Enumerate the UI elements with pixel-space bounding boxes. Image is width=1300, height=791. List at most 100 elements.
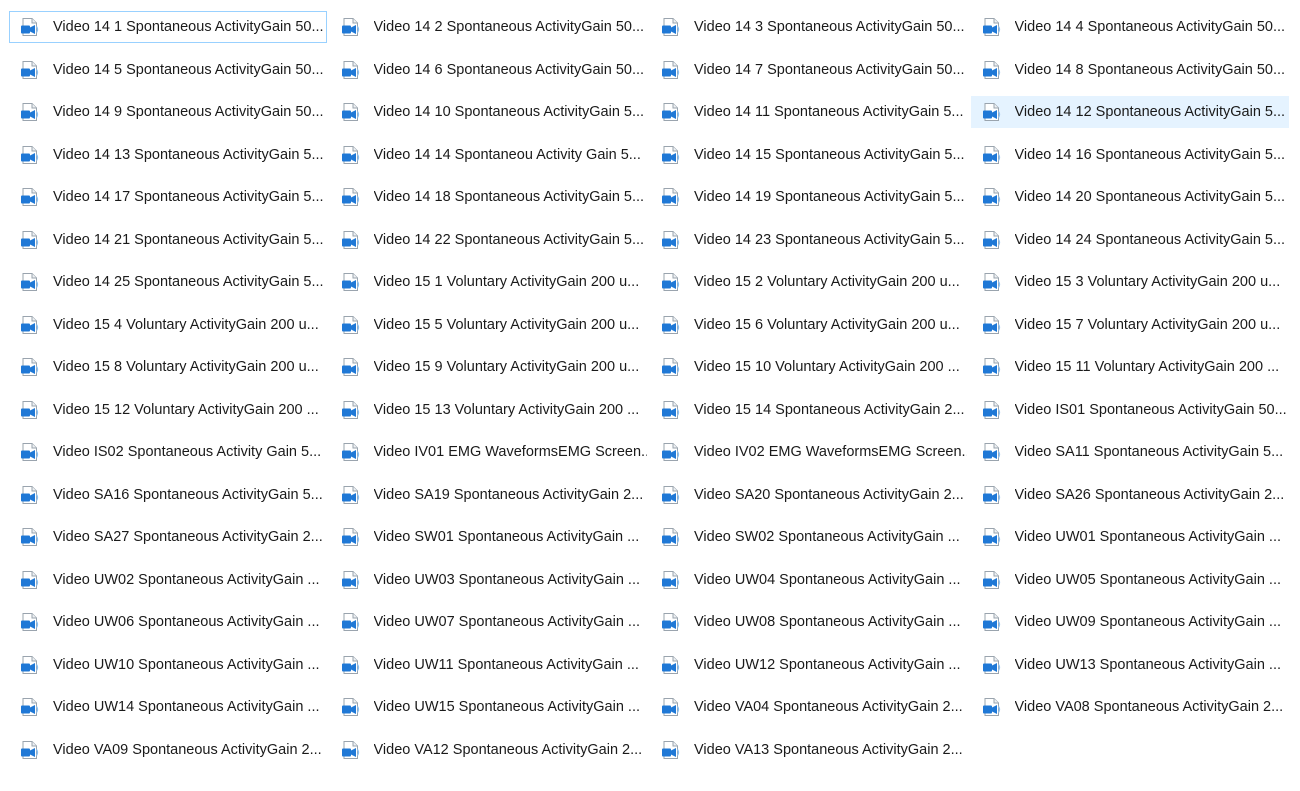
file-item[interactable]: Video SA11 Spontaneous ActivityGain 5... xyxy=(971,436,1289,468)
file-name: Video 14 18 Spontaneous ActivityGain 5..… xyxy=(373,189,645,205)
file-name: Video 14 3 Spontaneous ActivityGain 50..… xyxy=(694,19,965,35)
video-file-icon xyxy=(982,102,1002,122)
file-item[interactable]: Video 14 13 Spontaneous ActivityGain 5..… xyxy=(9,139,327,171)
file-item[interactable]: Video 14 4 Spontaneous ActivityGain 50..… xyxy=(971,11,1289,43)
video-file-icon xyxy=(341,485,361,505)
file-item[interactable]: Video 15 1 Voluntary ActivityGain 200 u.… xyxy=(330,266,648,298)
file-item[interactable]: Video 14 24 Spontaneous ActivityGain 5..… xyxy=(971,224,1289,256)
file-name: Video 15 1 Voluntary ActivityGain 200 u.… xyxy=(373,274,640,290)
file-item[interactable]: Video UW11 Spontaneous ActivityGain ... xyxy=(330,649,648,681)
video-file-icon xyxy=(341,570,361,590)
file-item[interactable]: Video 14 6 Spontaneous ActivityGain 50..… xyxy=(330,54,648,86)
file-item[interactable]: Video 14 20 Spontaneous ActivityGain 5..… xyxy=(971,181,1289,213)
file-item[interactable]: Video UW07 Spontaneous ActivityGain ... xyxy=(330,606,648,638)
file-name: Video 14 6 Spontaneous ActivityGain 50..… xyxy=(373,61,645,78)
file-item[interactable]: Video 15 2 Voluntary ActivityGain 200 u.… xyxy=(650,266,968,298)
file-item[interactable]: Video 14 16 Spontaneous ActivityGain 5..… xyxy=(971,139,1289,171)
file-item[interactable]: Video UW01 Spontaneous ActivityGain ... xyxy=(971,521,1289,553)
file-item[interactable]: Video 15 3 Voluntary ActivityGain 200 u.… xyxy=(971,266,1289,298)
video-file-icon xyxy=(982,527,1002,547)
file-item[interactable]: Video SW02 Spontaneous ActivityGain ... xyxy=(650,521,968,553)
file-item[interactable]: Video 14 12 Spontaneous ActivityGain 5..… xyxy=(970,96,1289,128)
file-name: Video UW05 Spontaneous ActivityGain ... xyxy=(1014,571,1282,588)
file-item[interactable]: Video SA20 Spontaneous ActivityGain 2... xyxy=(650,479,968,511)
file-item[interactable]: Video VA13 Spontaneous ActivityGain 2... xyxy=(650,734,968,766)
file-name: Video 14 23 Spontaneous ActivityGain 5..… xyxy=(694,231,965,248)
file-item[interactable]: Video UW02 Spontaneous ActivityGain ... xyxy=(9,564,327,596)
file-item[interactable]: Video 14 22 Spontaneous ActivityGain 5..… xyxy=(330,224,648,256)
file-item[interactable]: Video 15 5 Voluntary ActivityGain 200 u.… xyxy=(330,309,648,341)
file-name: Video 15 14 Spontaneous ActivityGain 2..… xyxy=(694,401,965,418)
file-name: Video 14 9 Spontaneous ActivityGain 50..… xyxy=(53,104,324,120)
file-item[interactable]: Video 14 15 Spontaneous ActivityGain 5..… xyxy=(650,139,968,171)
file-item[interactable]: Video UW12 Spontaneous ActivityGain ... xyxy=(650,649,968,681)
file-item[interactable]: Video 14 19 Spontaneous ActivityGain 5..… xyxy=(650,181,968,213)
file-item[interactable]: Video 14 25 Spontaneous ActivityGain 5..… xyxy=(9,266,327,298)
file-item[interactable]: Video IS01 Spontaneous ActivityGain 50..… xyxy=(971,394,1289,426)
file-item[interactable]: Video UW09 Spontaneous ActivityGain ... xyxy=(971,606,1289,638)
file-item[interactable]: Video UW04 Spontaneous ActivityGain ... xyxy=(650,564,968,596)
file-name: Video UW08 Spontaneous ActivityGain ... xyxy=(694,614,961,630)
file-item[interactable]: Video SA27 Spontaneous ActivityGain 2... xyxy=(9,521,327,553)
file-item[interactable]: Video 14 9 Spontaneous ActivityGain 50..… xyxy=(9,96,327,128)
file-item[interactable]: Video VA09 Spontaneous ActivityGain 2... xyxy=(9,734,327,766)
file-item[interactable]: Video 14 14 Spontaneou Activity Gain 5..… xyxy=(330,139,648,171)
file-item[interactable]: Video 14 1 Spontaneous ActivityGain 50..… xyxy=(9,11,327,43)
file-item[interactable]: Video 15 10 Voluntary ActivityGain 200 .… xyxy=(650,351,968,383)
file-name: Video 14 24 Spontaneous ActivityGain 5..… xyxy=(1014,231,1286,248)
file-item[interactable]: Video 15 11 Voluntary ActivityGain 200 .… xyxy=(971,351,1289,383)
file-item[interactable]: Video 14 3 Spontaneous ActivityGain 50..… xyxy=(650,11,968,43)
file-item[interactable]: Video IV02 EMG WaveformsEMG Screen... xyxy=(650,436,968,468)
file-item[interactable]: Video 14 7 Spontaneous ActivityGain 50..… xyxy=(650,54,968,86)
file-item[interactable]: Video 15 14 Spontaneous ActivityGain 2..… xyxy=(650,394,968,426)
file-item[interactable]: Video 15 12 Voluntary ActivityGain 200 .… xyxy=(9,394,327,426)
file-item[interactable]: Video UW08 Spontaneous ActivityGain ... xyxy=(650,606,968,638)
file-item[interactable]: Video 15 13 Voluntary ActivityGain 200 .… xyxy=(330,394,648,426)
file-item[interactable]: Video UW13 Spontaneous ActivityGain ... xyxy=(971,649,1289,681)
file-item[interactable]: Video 15 6 Voluntary ActivityGain 200 u.… xyxy=(650,309,968,341)
video-file-icon xyxy=(20,612,40,632)
file-item[interactable]: Video 15 9 Voluntary ActivityGain 200 u.… xyxy=(330,351,648,383)
file-item[interactable]: Video SA16 Spontaneous ActivityGain 5... xyxy=(9,479,327,511)
video-file-icon xyxy=(341,145,361,165)
file-item[interactable]: Video VA12 Spontaneous ActivityGain 2... xyxy=(330,734,648,766)
file-item[interactable]: Video 14 21 Spontaneous ActivityGain 5..… xyxy=(9,224,327,256)
file-name: Video UW09 Spontaneous ActivityGain ... xyxy=(1014,614,1282,630)
file-item[interactable]: Video 14 11 Spontaneous ActivityGain 5..… xyxy=(650,96,968,128)
file-item[interactable]: Video IV01 EMG WaveformsEMG Screen... xyxy=(330,436,648,468)
file-name: Video 15 6 Voluntary ActivityGain 200 u.… xyxy=(694,316,960,333)
file-item[interactable]: Video 14 17 Spontaneous ActivityGain 5..… xyxy=(9,181,327,213)
file-name: Video UW12 Spontaneous ActivityGain ... xyxy=(694,656,961,673)
file-item[interactable]: Video VA04 Spontaneous ActivityGain 2... xyxy=(650,691,968,723)
video-file-icon xyxy=(341,230,361,250)
file-item[interactable]: Video VA08 Spontaneous ActivityGain 2... xyxy=(971,691,1289,723)
file-item[interactable]: Video 14 10 Spontaneous ActivityGain 5..… xyxy=(330,96,648,128)
file-item[interactable]: Video SA26 Spontaneous ActivityGain 2... xyxy=(971,479,1289,511)
file-item[interactable]: Video UW15 Spontaneous ActivityGain ... xyxy=(330,691,648,723)
file-item[interactable]: Video 14 8 Spontaneous ActivityGain 50..… xyxy=(971,54,1289,86)
file-item[interactable]: Video 15 8 Voluntary ActivityGain 200 u.… xyxy=(9,351,327,383)
file-item[interactable]: Video 15 4 Voluntary ActivityGain 200 u.… xyxy=(9,309,327,341)
file-name: Video 14 12 Spontaneous ActivityGain 5..… xyxy=(1014,104,1286,120)
file-item[interactable]: Video UW06 Spontaneous ActivityGain ... xyxy=(9,606,327,638)
file-name: Video 14 19 Spontaneous ActivityGain 5..… xyxy=(694,189,965,205)
video-file-icon xyxy=(982,60,1002,80)
video-file-icon xyxy=(341,17,361,37)
video-file-icon xyxy=(20,230,40,250)
file-item[interactable]: Video IS02 Spontaneous Activity Gain 5..… xyxy=(9,436,327,468)
file-name: Video SA26 Spontaneous ActivityGain 2... xyxy=(1014,486,1285,503)
file-item[interactable]: Video 14 5 Spontaneous ActivityGain 50..… xyxy=(9,54,327,86)
file-item[interactable]: Video UW14 Spontaneous ActivityGain ... xyxy=(9,691,327,723)
file-item[interactable]: Video SW01 Spontaneous ActivityGain ... xyxy=(330,521,648,553)
file-item[interactable]: Video 14 2 Spontaneous ActivityGain 50..… xyxy=(330,11,648,43)
video-file-icon xyxy=(982,400,1002,420)
video-file-icon xyxy=(341,400,361,420)
file-item[interactable]: Video UW05 Spontaneous ActivityGain ... xyxy=(971,564,1289,596)
file-name: Video UW15 Spontaneous ActivityGain ... xyxy=(373,699,641,715)
file-item[interactable]: Video 14 18 Spontaneous ActivityGain 5..… xyxy=(330,181,648,213)
file-item[interactable]: Video 14 23 Spontaneous ActivityGain 5..… xyxy=(650,224,968,256)
file-item[interactable]: Video UW10 Spontaneous ActivityGain ... xyxy=(9,649,327,681)
file-item[interactable]: Video UW03 Spontaneous ActivityGain ... xyxy=(330,564,648,596)
file-item[interactable]: Video SA19 Spontaneous ActivityGain 2... xyxy=(330,479,648,511)
file-item[interactable]: Video 15 7 Voluntary ActivityGain 200 u.… xyxy=(971,309,1289,341)
